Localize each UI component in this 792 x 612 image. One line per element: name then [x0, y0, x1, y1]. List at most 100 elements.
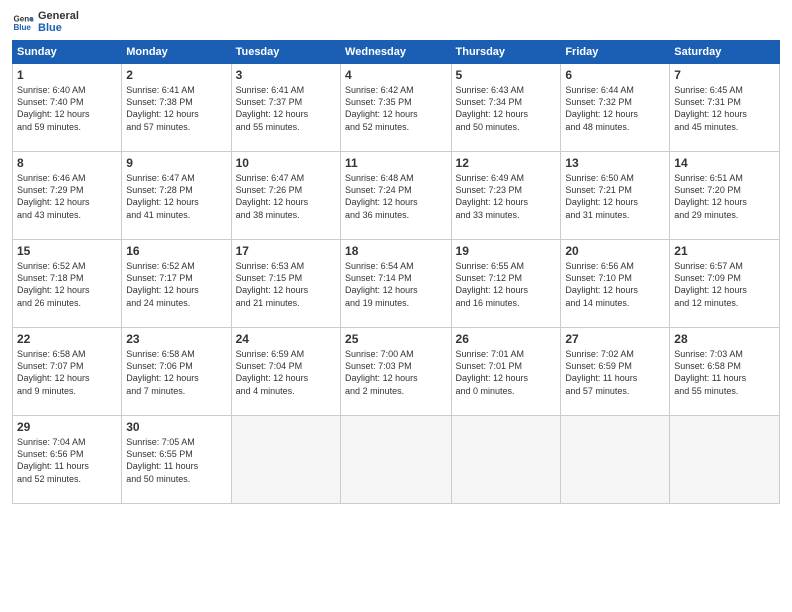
calendar-cell: 4Sunrise: 6:42 AM Sunset: 7:35 PM Daylig…	[341, 64, 451, 152]
day-number: 25	[345, 331, 446, 347]
calendar-cell: 23Sunrise: 6:58 AM Sunset: 7:06 PM Dayli…	[122, 328, 231, 416]
calendar-cell	[341, 416, 451, 504]
day-number: 22	[17, 331, 117, 347]
calendar-cell	[561, 416, 670, 504]
calendar-header-friday: Friday	[561, 41, 670, 64]
calendar-cell: 6Sunrise: 6:44 AM Sunset: 7:32 PM Daylig…	[561, 64, 670, 152]
day-number: 15	[17, 243, 117, 259]
calendar-cell: 27Sunrise: 7:02 AM Sunset: 6:59 PM Dayli…	[561, 328, 670, 416]
calendar-cell: 29Sunrise: 7:04 AM Sunset: 6:56 PM Dayli…	[13, 416, 122, 504]
day-info: Sunrise: 6:45 AM Sunset: 7:31 PM Dayligh…	[674, 84, 775, 133]
calendar-table: SundayMondayTuesdayWednesdayThursdayFrid…	[12, 40, 780, 504]
day-info: Sunrise: 7:05 AM Sunset: 6:55 PM Dayligh…	[126, 436, 226, 485]
calendar-cell: 18Sunrise: 6:54 AM Sunset: 7:14 PM Dayli…	[341, 240, 451, 328]
day-number: 26	[456, 331, 557, 347]
calendar-cell: 9Sunrise: 6:47 AM Sunset: 7:28 PM Daylig…	[122, 152, 231, 240]
calendar-cell: 17Sunrise: 6:53 AM Sunset: 7:15 PM Dayli…	[231, 240, 340, 328]
calendar-header-wednesday: Wednesday	[341, 41, 451, 64]
day-number: 11	[345, 155, 446, 171]
calendar-cell: 11Sunrise: 6:48 AM Sunset: 7:24 PM Dayli…	[341, 152, 451, 240]
calendar-cell	[670, 416, 780, 504]
calendar-header-tuesday: Tuesday	[231, 41, 340, 64]
day-info: Sunrise: 7:02 AM Sunset: 6:59 PM Dayligh…	[565, 348, 665, 397]
calendar-header-sunday: Sunday	[13, 41, 122, 64]
day-info: Sunrise: 6:50 AM Sunset: 7:21 PM Dayligh…	[565, 172, 665, 221]
day-info: Sunrise: 6:42 AM Sunset: 7:35 PM Dayligh…	[345, 84, 446, 133]
day-info: Sunrise: 7:04 AM Sunset: 6:56 PM Dayligh…	[17, 436, 117, 485]
day-info: Sunrise: 7:01 AM Sunset: 7:01 PM Dayligh…	[456, 348, 557, 397]
calendar-cell: 7Sunrise: 6:45 AM Sunset: 7:31 PM Daylig…	[670, 64, 780, 152]
day-number: 6	[565, 67, 665, 83]
day-info: Sunrise: 6:41 AM Sunset: 7:38 PM Dayligh…	[126, 84, 226, 133]
day-number: 17	[236, 243, 336, 259]
day-number: 9	[126, 155, 226, 171]
day-number: 27	[565, 331, 665, 347]
day-info: Sunrise: 7:03 AM Sunset: 6:58 PM Dayligh…	[674, 348, 775, 397]
calendar-cell: 1Sunrise: 6:40 AM Sunset: 7:40 PM Daylig…	[13, 64, 122, 152]
calendar-cell: 21Sunrise: 6:57 AM Sunset: 7:09 PM Dayli…	[670, 240, 780, 328]
day-info: Sunrise: 6:48 AM Sunset: 7:24 PM Dayligh…	[345, 172, 446, 221]
logo-icon: General Blue	[12, 11, 34, 33]
calendar-cell: 3Sunrise: 6:41 AM Sunset: 7:37 PM Daylig…	[231, 64, 340, 152]
svg-text:Blue: Blue	[13, 23, 31, 32]
calendar-cell: 19Sunrise: 6:55 AM Sunset: 7:12 PM Dayli…	[451, 240, 561, 328]
calendar-cell: 20Sunrise: 6:56 AM Sunset: 7:10 PM Dayli…	[561, 240, 670, 328]
calendar-cell: 2Sunrise: 6:41 AM Sunset: 7:38 PM Daylig…	[122, 64, 231, 152]
day-number: 24	[236, 331, 336, 347]
svg-text:General: General	[13, 14, 34, 23]
calendar-cell: 16Sunrise: 6:52 AM Sunset: 7:17 PM Dayli…	[122, 240, 231, 328]
day-number: 29	[17, 419, 117, 435]
day-number: 12	[456, 155, 557, 171]
day-info: Sunrise: 6:47 AM Sunset: 7:26 PM Dayligh…	[236, 172, 336, 221]
calendar-week-4: 22Sunrise: 6:58 AM Sunset: 7:07 PM Dayli…	[13, 328, 780, 416]
calendar-cell: 14Sunrise: 6:51 AM Sunset: 7:20 PM Dayli…	[670, 152, 780, 240]
calendar-header-saturday: Saturday	[670, 41, 780, 64]
day-info: Sunrise: 6:56 AM Sunset: 7:10 PM Dayligh…	[565, 260, 665, 309]
calendar-week-2: 8Sunrise: 6:46 AM Sunset: 7:29 PM Daylig…	[13, 152, 780, 240]
day-number: 16	[126, 243, 226, 259]
day-number: 1	[17, 67, 117, 83]
calendar-week-1: 1Sunrise: 6:40 AM Sunset: 7:40 PM Daylig…	[13, 64, 780, 152]
day-info: Sunrise: 6:43 AM Sunset: 7:34 PM Dayligh…	[456, 84, 557, 133]
day-info: Sunrise: 6:41 AM Sunset: 7:37 PM Dayligh…	[236, 84, 336, 133]
day-info: Sunrise: 6:52 AM Sunset: 7:18 PM Dayligh…	[17, 260, 117, 309]
calendar-cell: 5Sunrise: 6:43 AM Sunset: 7:34 PM Daylig…	[451, 64, 561, 152]
calendar-cell: 24Sunrise: 6:59 AM Sunset: 7:04 PM Dayli…	[231, 328, 340, 416]
day-number: 7	[674, 67, 775, 83]
calendar-cell: 30Sunrise: 7:05 AM Sunset: 6:55 PM Dayli…	[122, 416, 231, 504]
day-number: 8	[17, 155, 117, 171]
day-number: 23	[126, 331, 226, 347]
calendar-week-3: 15Sunrise: 6:52 AM Sunset: 7:18 PM Dayli…	[13, 240, 780, 328]
day-info: Sunrise: 6:44 AM Sunset: 7:32 PM Dayligh…	[565, 84, 665, 133]
calendar-cell: 8Sunrise: 6:46 AM Sunset: 7:29 PM Daylig…	[13, 152, 122, 240]
day-number: 30	[126, 419, 226, 435]
day-number: 2	[126, 67, 226, 83]
day-info: Sunrise: 6:57 AM Sunset: 7:09 PM Dayligh…	[674, 260, 775, 309]
day-info: Sunrise: 6:59 AM Sunset: 7:04 PM Dayligh…	[236, 348, 336, 397]
day-number: 21	[674, 243, 775, 259]
day-number: 20	[565, 243, 665, 259]
logo-text: General Blue	[38, 10, 79, 34]
day-info: Sunrise: 6:47 AM Sunset: 7:28 PM Dayligh…	[126, 172, 226, 221]
logo: General Blue General Blue	[12, 10, 79, 34]
day-info: Sunrise: 7:00 AM Sunset: 7:03 PM Dayligh…	[345, 348, 446, 397]
calendar-header-thursday: Thursday	[451, 41, 561, 64]
day-info: Sunrise: 6:52 AM Sunset: 7:17 PM Dayligh…	[126, 260, 226, 309]
day-info: Sunrise: 6:49 AM Sunset: 7:23 PM Dayligh…	[456, 172, 557, 221]
calendar-cell: 26Sunrise: 7:01 AM Sunset: 7:01 PM Dayli…	[451, 328, 561, 416]
calendar-cell: 13Sunrise: 6:50 AM Sunset: 7:21 PM Dayli…	[561, 152, 670, 240]
day-info: Sunrise: 6:55 AM Sunset: 7:12 PM Dayligh…	[456, 260, 557, 309]
day-number: 14	[674, 155, 775, 171]
day-info: Sunrise: 6:40 AM Sunset: 7:40 PM Dayligh…	[17, 84, 117, 133]
day-number: 4	[345, 67, 446, 83]
day-info: Sunrise: 6:53 AM Sunset: 7:15 PM Dayligh…	[236, 260, 336, 309]
calendar-cell: 10Sunrise: 6:47 AM Sunset: 7:26 PM Dayli…	[231, 152, 340, 240]
calendar-header-monday: Monday	[122, 41, 231, 64]
day-number: 18	[345, 243, 446, 259]
day-info: Sunrise: 6:54 AM Sunset: 7:14 PM Dayligh…	[345, 260, 446, 309]
day-number: 3	[236, 67, 336, 83]
calendar-cell: 28Sunrise: 7:03 AM Sunset: 6:58 PM Dayli…	[670, 328, 780, 416]
page: General Blue General Blue SundayMondayTu…	[0, 0, 792, 612]
day-number: 19	[456, 243, 557, 259]
calendar-header-row: SundayMondayTuesdayWednesdayThursdayFrid…	[13, 41, 780, 64]
